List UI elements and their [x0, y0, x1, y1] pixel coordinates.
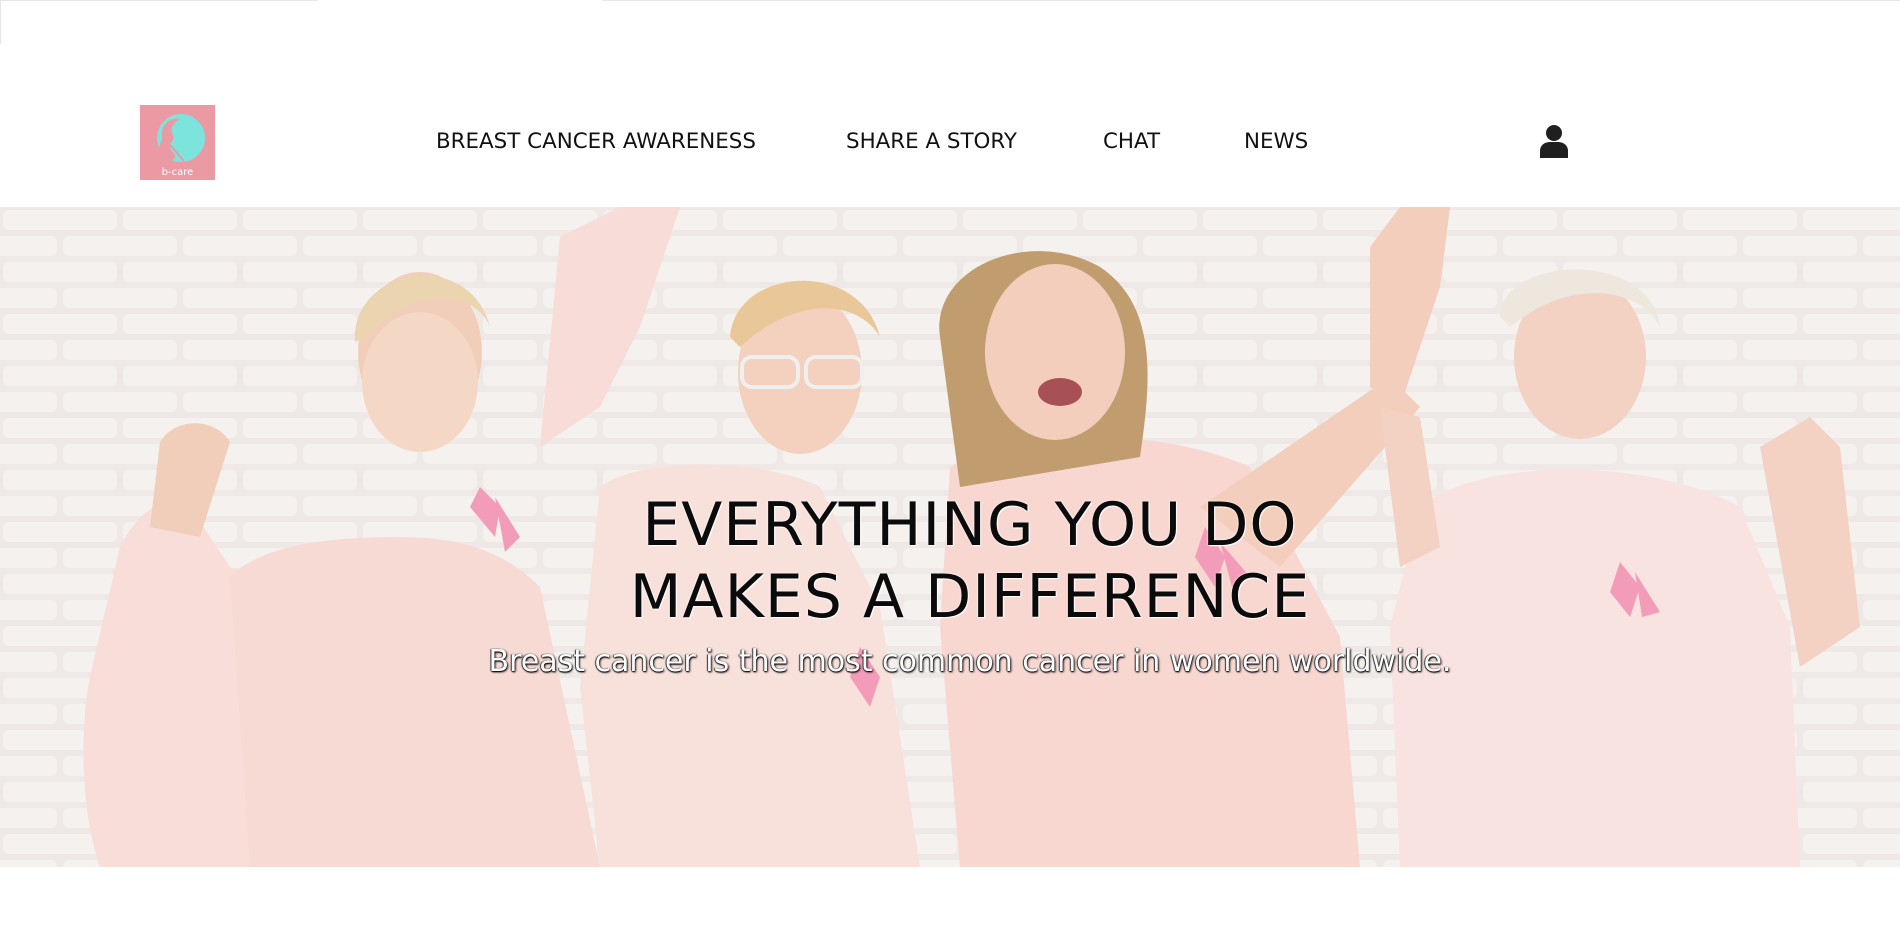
site-header: b-care BREAST CANCER AWARENESS SHARE A S… [0, 0, 1900, 207]
nav-share-a-story[interactable]: SHARE A STORY [846, 128, 1017, 156]
top-divider [0, 0, 1900, 1]
user-icon[interactable] [1538, 124, 1570, 158]
hero-banner: EVERYTHING YOU DO MAKES A DIFFERENCE Bre… [0, 207, 1900, 867]
hero-title: EVERYTHING YOU DO MAKES A DIFFERENCE [0, 489, 1900, 633]
logo[interactable]: b-care [140, 105, 215, 180]
hero-title-line-1: EVERYTHING YOU DO [642, 490, 1298, 560]
page: b-care BREAST CANCER AWARENESS SHARE A S… [0, 0, 1900, 946]
nav-breast-cancer-awareness[interactable]: BREAST CANCER AWARENESS [436, 128, 756, 156]
nav-chat[interactable]: CHAT [1103, 128, 1160, 156]
nav-news[interactable]: NEWS [1244, 128, 1308, 156]
logo-text: b-care [161, 167, 194, 178]
hero-subtitle: Breast cancer is the most common cancer … [488, 644, 1452, 679]
hero-title-line-2: MAKES A DIFFERENCE [629, 562, 1311, 632]
